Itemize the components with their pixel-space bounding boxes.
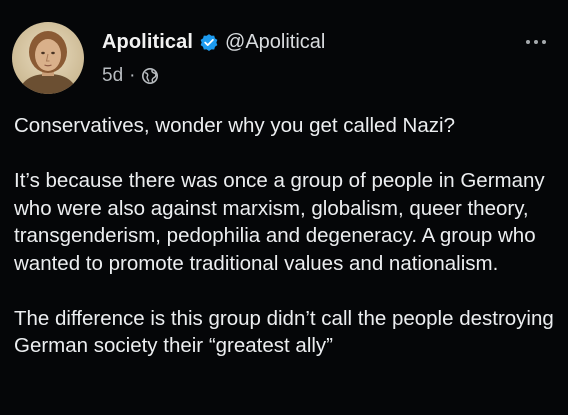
post-meta: 5d · <box>102 65 159 87</box>
verified-badge-icon <box>199 33 219 53</box>
post-paragraph: The difference is this group didn’t call… <box>14 306 554 358</box>
meta-separator: · <box>129 65 136 86</box>
post-paragraph: Conservatives, wonder why you get called… <box>14 114 455 137</box>
more-options-icon[interactable] <box>526 40 546 44</box>
post-body: Conservatives, wonder why you get called… <box>14 112 559 360</box>
post-header: Apolitical @Apolitical <box>102 31 325 54</box>
avatar[interactable] <box>12 22 84 94</box>
post-timestamp[interactable]: 5d <box>102 65 123 87</box>
user-handle[interactable]: @Apolitical <box>225 31 325 54</box>
post-paragraph: It’s because there was once a group of p… <box>14 169 545 275</box>
social-post: Apolitical @Apolitical 5d · Conservative… <box>0 0 568 415</box>
more-dot <box>542 40 546 44</box>
more-dot <box>534 40 538 44</box>
profile-portrait <box>12 22 84 94</box>
more-dot <box>526 40 530 44</box>
display-name[interactable]: Apolitical <box>102 31 193 54</box>
globe-icon <box>141 67 159 85</box>
